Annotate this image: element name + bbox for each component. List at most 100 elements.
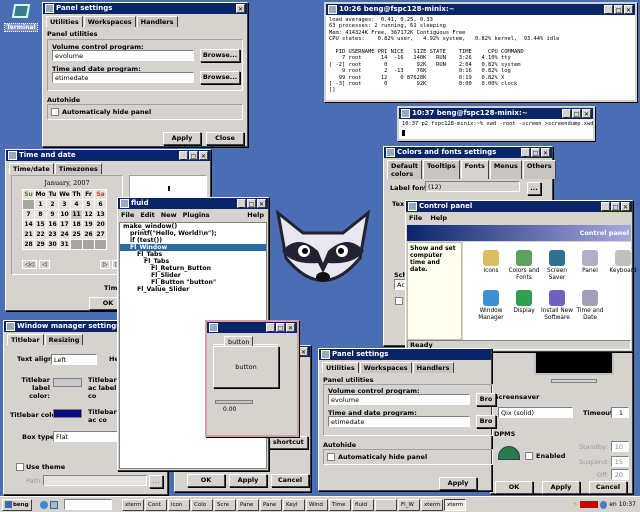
tab-workspaces[interactable]: Workspaces — [83, 16, 136, 27]
quicklaunch-desktop-icon[interactable] — [50, 500, 58, 509]
calendar-day[interactable]: 5 — [82, 199, 95, 210]
control-panel-item[interactable]: Time and Date — [572, 290, 608, 321]
menu-new[interactable]: New — [161, 211, 177, 219]
volume-input[interactable]: evolume — [328, 394, 470, 405]
text-align-select[interactable]: Left — [51, 354, 97, 365]
calendar-day[interactable]: 11 — [70, 209, 83, 220]
autohide-checkbox[interactable] — [327, 453, 335, 461]
calendar-day[interactable]: 8 — [34, 209, 47, 220]
menu-plugins[interactable]: Plugins — [183, 211, 210, 219]
label-color-swatch[interactable] — [53, 378, 82, 387]
time-input[interactable]: etimedate — [328, 416, 470, 427]
keyboard-layout[interactable]: en — [609, 501, 617, 508]
tab-others[interactable]: Others — [522, 160, 556, 179]
menu-file[interactable]: File — [121, 211, 134, 219]
scheme-checkbox[interactable] — [395, 297, 403, 305]
taskbar-task[interactable]: xterm — [122, 498, 144, 511]
calendar-day[interactable]: 18 — [70, 219, 83, 230]
prev-month-button[interactable]: ◁ — [39, 260, 50, 269]
volume-input[interactable]: evolume — [52, 50, 194, 61]
calendar-day[interactable] — [82, 239, 95, 250]
taskbar-task[interactable]: Cont — [145, 498, 167, 511]
start-menu-button[interactable]: beng — [2, 498, 32, 511]
terminal-output[interactable]: load averages: 0.41, 0.25, 0.33 63 proces… — [326, 15, 635, 96]
path-browse-button[interactable]: ... — [149, 475, 163, 488]
tab-timezones[interactable]: Timezones — [54, 163, 102, 174]
tab-utilities[interactable]: Utilities — [322, 362, 359, 373]
close-icon[interactable]: ✕ — [286, 323, 295, 332]
titlebar[interactable]: fluid _ □ ✕ — [118, 198, 268, 209]
close-icon[interactable]: ✕ — [257, 199, 266, 208]
calendar-day[interactable]: 4 — [70, 199, 83, 210]
browse-time-button[interactable]: Browse... — [200, 71, 240, 84]
tree-item[interactable]: make_window() — [120, 223, 266, 230]
taskbar-task[interactable]: Time — [329, 498, 351, 511]
suspend-spinner[interactable]: 15 — [611, 456, 629, 467]
menu-file[interactable]: File — [409, 214, 422, 222]
titlebar[interactable]: Colors and fonts settings _ □ ✕ — [384, 147, 552, 158]
minimize-icon[interactable]: _ — [521, 148, 530, 157]
quicklaunch-browser-icon[interactable] — [40, 500, 48, 509]
calendar-day[interactable]: 2 — [46, 199, 59, 210]
calendar-day[interactable]: 10 — [58, 209, 71, 220]
control-panel-item[interactable]: Icons — [473, 250, 509, 275]
tree-item[interactable]: printf("Hello, World!\n"); — [120, 230, 266, 237]
calendar-day[interactable]: 28 — [22, 239, 35, 250]
tree-item[interactable]: Fl_Slider — [120, 272, 266, 279]
tree-item[interactable]: Fl_Return_Button — [120, 265, 266, 272]
control-panel-item[interactable]: Window Manager — [473, 290, 509, 321]
tree-item[interactable]: Fl_Tabs — [120, 251, 266, 258]
browse-volume-button[interactable]: Bro — [476, 393, 496, 406]
label-font-button[interactable]: ... — [527, 182, 541, 195]
ok-button[interactable]: OK — [187, 474, 225, 487]
calendar-day[interactable]: 27 — [94, 229, 107, 240]
titlebar[interactable]: _ □ ✕ — [207, 322, 297, 333]
calendar-day[interactable]: 25 — [70, 229, 83, 240]
calendar-day[interactable]: 24 — [58, 229, 71, 240]
timeout-spinner[interactable]: 1 — [611, 407, 629, 418]
taskbar-task[interactable] — [375, 498, 397, 511]
tree-item[interactable]: Fl_Button "button" — [120, 279, 266, 286]
maximize-icon[interactable]: □ — [189, 151, 198, 160]
calendar-day[interactable] — [22, 199, 35, 210]
taskbar-task[interactable]: icon — [168, 498, 190, 511]
test-button[interactable]: button — [213, 346, 279, 388]
tree-item[interactable]: Fl_Value_Slider — [120, 286, 266, 293]
tab-time-date[interactable]: Time/date — [9, 163, 54, 174]
control-panel-item[interactable]: Install New Software — [539, 290, 575, 321]
taskbar-task[interactable]: xterm — [444, 498, 466, 511]
titlebar[interactable]: 10:37 beng@fspc128-minix:~ _ □ ✕ — [399, 108, 593, 119]
titlebar[interactable]: Panel settings ✕ — [43, 3, 247, 14]
minimize-icon[interactable]: _ — [601, 202, 610, 211]
apply-button[interactable]: Apply — [439, 477, 477, 490]
titlebar[interactable]: 10:26 beng@fspc128-minix:~ _ □ ✕ — [326, 4, 635, 15]
titlebar[interactable]: Control panel _ □ ✕ — [406, 201, 632, 212]
calendar-day[interactable]: 23 — [46, 229, 59, 240]
taskbar-task[interactable]: fluid — [352, 498, 374, 511]
calendar-day[interactable]: 20 — [94, 219, 107, 230]
minimize-icon[interactable]: _ — [562, 109, 571, 118]
run-command-combo[interactable] — [64, 499, 112, 510]
taskbar-task[interactable]: Pane — [237, 498, 259, 511]
close-icon[interactable]: ✕ — [624, 5, 633, 14]
close-icon[interactable]: ✕ — [299, 347, 308, 356]
minimize-icon[interactable]: _ — [237, 199, 246, 208]
tab-workspaces[interactable]: Workspaces — [359, 362, 412, 373]
control-panel-item[interactable]: Keyboard — [605, 250, 640, 275]
dpms-enabled-checkbox[interactable] — [525, 452, 533, 460]
terminal-desktop-icon[interactable]: Terminal — [4, 4, 38, 32]
calendar-day[interactable]: 6 — [94, 199, 107, 210]
value-slider[interactable] — [215, 400, 253, 404]
calendar-day[interactable]: 30 — [46, 239, 59, 250]
titlebar-color-swatch[interactable] — [53, 409, 82, 418]
control-panel-item[interactable]: Display — [506, 290, 542, 315]
standby-spinner[interactable]: 10 — [611, 441, 629, 452]
terminal-prompt[interactable]: 10:37 p2 fspc128-minix:~% xwd -root -scr… — [399, 119, 593, 129]
maximize-icon[interactable]: □ — [611, 202, 620, 211]
taskbar-task[interactable]: xterm — [421, 498, 443, 511]
apply-button[interactable]: Apply — [229, 474, 267, 487]
time-input[interactable]: etimedate — [52, 72, 194, 83]
calendar-day[interactable]: 3 — [58, 199, 71, 210]
screensaver-mode-select[interactable]: Qix (solid) — [498, 407, 573, 418]
control-panel-item[interactable]: Colors and Fonts — [506, 250, 542, 281]
